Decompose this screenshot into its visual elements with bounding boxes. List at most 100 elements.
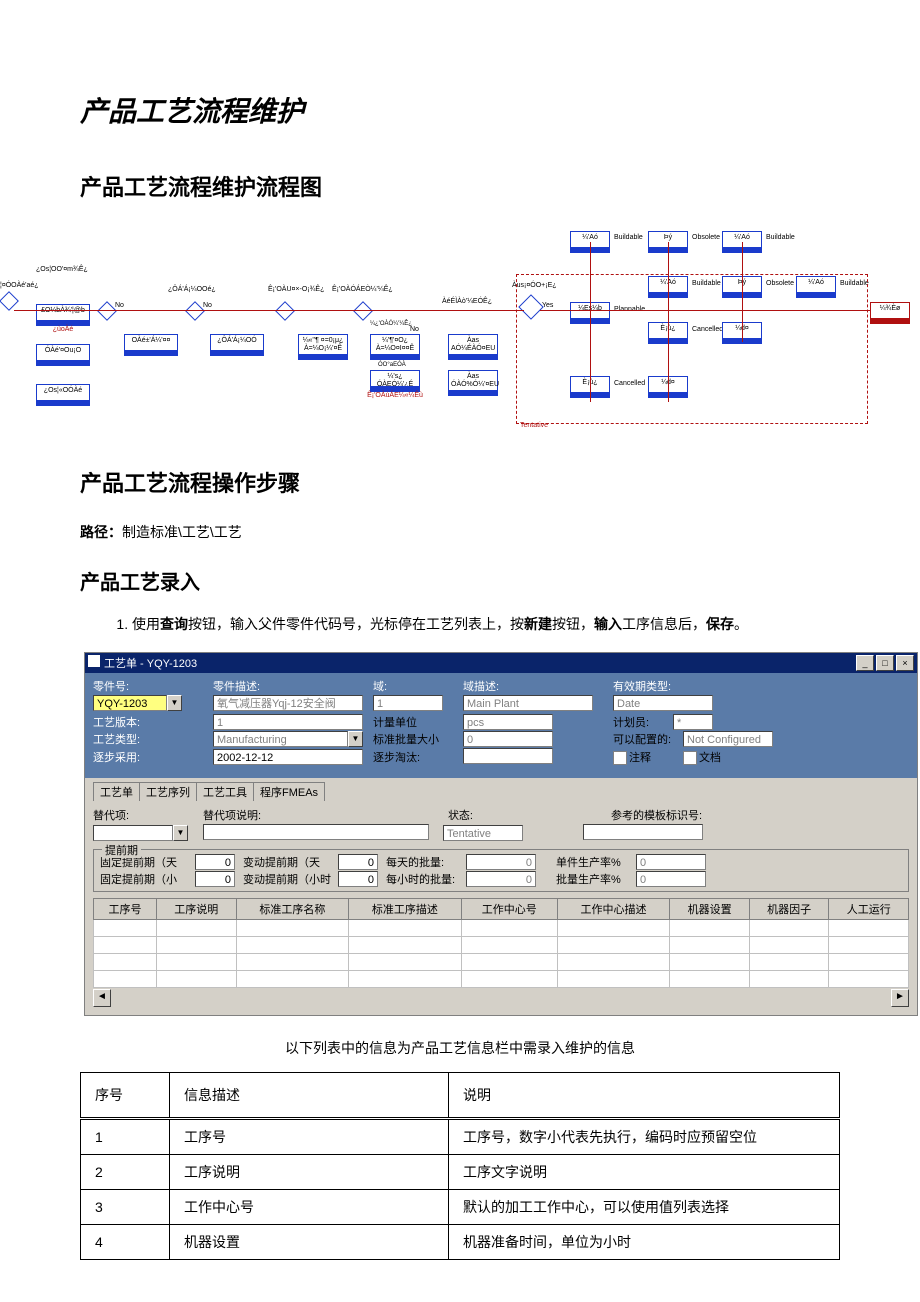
- table-row[interactable]: [94, 919, 909, 936]
- col-wc-desc[interactable]: 工作中心描述: [557, 898, 670, 919]
- validity-type-field[interactable]: Date: [613, 695, 713, 711]
- part-desc-field[interactable]: 氧气减压器Yqj-12安全阀: [213, 695, 363, 711]
- fixed-days-field[interactable]: 0: [195, 854, 235, 870]
- flow-label: Ê¡'OÀÓÁEÒ¼'¼Ê¿: [332, 286, 393, 293]
- phase-out-field[interactable]: [463, 748, 553, 764]
- col-op-desc[interactable]: 工序说明: [157, 898, 237, 919]
- tab-fmeas[interactable]: 程序FMEAs: [253, 782, 325, 801]
- template-id-field[interactable]: [583, 824, 703, 840]
- window-min-button[interactable]: _: [856, 655, 874, 671]
- col-labor-run[interactable]: 人工运行: [829, 898, 909, 919]
- daily-lot-field[interactable]: 0: [466, 854, 536, 870]
- flow-box: ¼'¶'¤O¿ À=¼Ο¤I¤¤Ê: [370, 334, 420, 360]
- field-label: 单件生产率%: [556, 857, 621, 869]
- flow-connector: [14, 310, 524, 311]
- scroll-right-icon[interactable]: ►: [891, 989, 909, 1007]
- lot-rate-field[interactable]: 0: [636, 871, 706, 887]
- flow-label: ¦¤ÓOÀé'aé¿: [0, 282, 39, 289]
- uom-field[interactable]: pcs: [463, 714, 553, 730]
- scroll-left-icon[interactable]: ◄: [93, 989, 111, 1007]
- var-hours-field[interactable]: 0: [338, 871, 378, 887]
- table-row[interactable]: [94, 953, 909, 970]
- note-checkbox[interactable]: [613, 751, 627, 765]
- flow-label-no: No: [410, 326, 419, 333]
- col-std-desc[interactable]: 标准工序描述: [349, 898, 462, 919]
- flow-label: ÀéÉÌÀò'¼EÓÊ¿: [442, 298, 492, 305]
- configurable-field[interactable]: Not Configured: [683, 731, 773, 747]
- flow-box: £O¼bÀ¾'¦@b: [36, 304, 90, 326]
- flow-end: ¼¾Èø: [870, 302, 910, 324]
- th-desc: 信息描述: [170, 1072, 449, 1118]
- status-field[interactable]: Tentative: [443, 825, 523, 841]
- table-cell: 默认的加工工作中心，可以使用值列表选择: [449, 1189, 840, 1224]
- alt-field[interactable]: [93, 825, 173, 841]
- field-label: 变动提前期（小时: [243, 874, 331, 886]
- std-lot-field[interactable]: 0: [463, 731, 553, 747]
- flow-tentative-label: Tentative: [520, 422, 548, 429]
- tab-sequence[interactable]: 工艺序列: [139, 782, 197, 801]
- doc-checkbox[interactable]: [683, 751, 697, 765]
- field-label: 域描述:: [463, 681, 499, 693]
- col-std-name[interactable]: 标准工序名称: [236, 898, 349, 919]
- flow-box: ¼«''¶ ¤=0¡μ¿ À=¼Ο¡¼'¤Ê: [298, 334, 348, 360]
- var-days-field[interactable]: 0: [338, 854, 378, 870]
- field-label: 固定提前期（天: [100, 857, 177, 869]
- field-label: 零件号:: [93, 681, 129, 693]
- section-steps: 产品工艺流程操作步骤: [80, 466, 840, 498]
- step-bold: 查询: [160, 616, 188, 632]
- fixed-hours-field[interactable]: 0: [195, 871, 235, 887]
- alt-desc-field[interactable]: [203, 824, 429, 840]
- dropdown-icon[interactable]: ▼: [167, 695, 182, 711]
- flow-diamond: [275, 301, 295, 321]
- flow-box: Àas AÓ¼ÉÀÓ¤EU: [448, 334, 498, 360]
- planner-field[interactable]: *: [673, 714, 713, 730]
- flow-connector: [590, 242, 591, 402]
- col-op-no[interactable]: 工序号: [94, 898, 157, 919]
- table-cell: 工序号: [170, 1118, 449, 1154]
- flow-label: ¼¿'OÀÓ¼'¼Ê¿: [370, 321, 412, 327]
- path-label: 路径：: [80, 524, 122, 540]
- domain-desc-field[interactable]: Main Plant: [463, 695, 593, 711]
- type-field[interactable]: Manufacturing: [213, 731, 348, 747]
- step-bold: 保存: [706, 616, 734, 632]
- window-close-button[interactable]: ×: [896, 655, 914, 671]
- flow-connector: [742, 242, 743, 342]
- hourly-lot-field[interactable]: 0: [466, 871, 536, 887]
- col-machine-factor[interactable]: 机器因子: [749, 898, 829, 919]
- field-label: 每小时的批量:: [386, 874, 455, 886]
- flow-box: Àas ÓÀÓ%Ó¼'¤EU: [448, 370, 498, 396]
- table-cell: 机器设置: [170, 1224, 449, 1259]
- table-cell: 4: [81, 1224, 170, 1259]
- col-wc-no[interactable]: 工作中心号: [461, 898, 557, 919]
- unit-rate-field[interactable]: 0: [636, 854, 706, 870]
- field-label: 注释: [629, 752, 651, 764]
- table-row[interactable]: [94, 936, 909, 953]
- field-label: 域:: [373, 681, 387, 693]
- operations-grid[interactable]: 工序号 工序说明 标准工序名称 标准工序描述 工作中心号 工作中心描述 机器设置…: [93, 898, 909, 988]
- dropdown-icon[interactable]: ▼: [348, 731, 363, 747]
- tab-tools[interactable]: 工艺工具: [196, 782, 254, 801]
- step-1: 使用查询按钮，输入父件零件代码号，光标停在工艺列表上，按新建按钮，输入工序信息后…: [132, 611, 840, 638]
- flow-foot: Ê¡'OÀùÁE¼«¼Êù: [362, 392, 428, 399]
- flow-label-no: No: [203, 302, 212, 309]
- version-field[interactable]: 1: [213, 714, 363, 730]
- window-icon: [88, 655, 100, 667]
- th-seq: 序号: [81, 1072, 170, 1118]
- flow-box: ¼'s¿ ÓÀEÓ¼'¿É: [370, 370, 420, 392]
- field-label: 变动提前期（天: [243, 857, 320, 869]
- window-title: 工艺单 - YQY-1203: [104, 658, 197, 670]
- window-max-button[interactable]: □: [876, 655, 894, 671]
- scrollbar[interactable]: ◄ ►: [93, 989, 909, 1007]
- flow-diamond: [185, 301, 205, 321]
- phase-in-field[interactable]: 2002-12-12: [213, 749, 363, 765]
- part-number-field[interactable]: YQY-1203: [93, 695, 167, 711]
- domain-field[interactable]: 1: [373, 695, 443, 711]
- tab-routing[interactable]: 工艺单: [93, 782, 140, 801]
- table-row[interactable]: [94, 970, 909, 987]
- col-machine-setup[interactable]: 机器设置: [670, 898, 750, 919]
- flow-tag: Buildable: [614, 234, 643, 241]
- dropdown-icon[interactable]: ▼: [173, 825, 188, 841]
- step-text: 。: [734, 616, 748, 632]
- table-row: 4机器设置机器准备时间，单位为小时: [81, 1224, 840, 1259]
- flow-box: OÀé±'Á¼'¤¤: [124, 334, 178, 356]
